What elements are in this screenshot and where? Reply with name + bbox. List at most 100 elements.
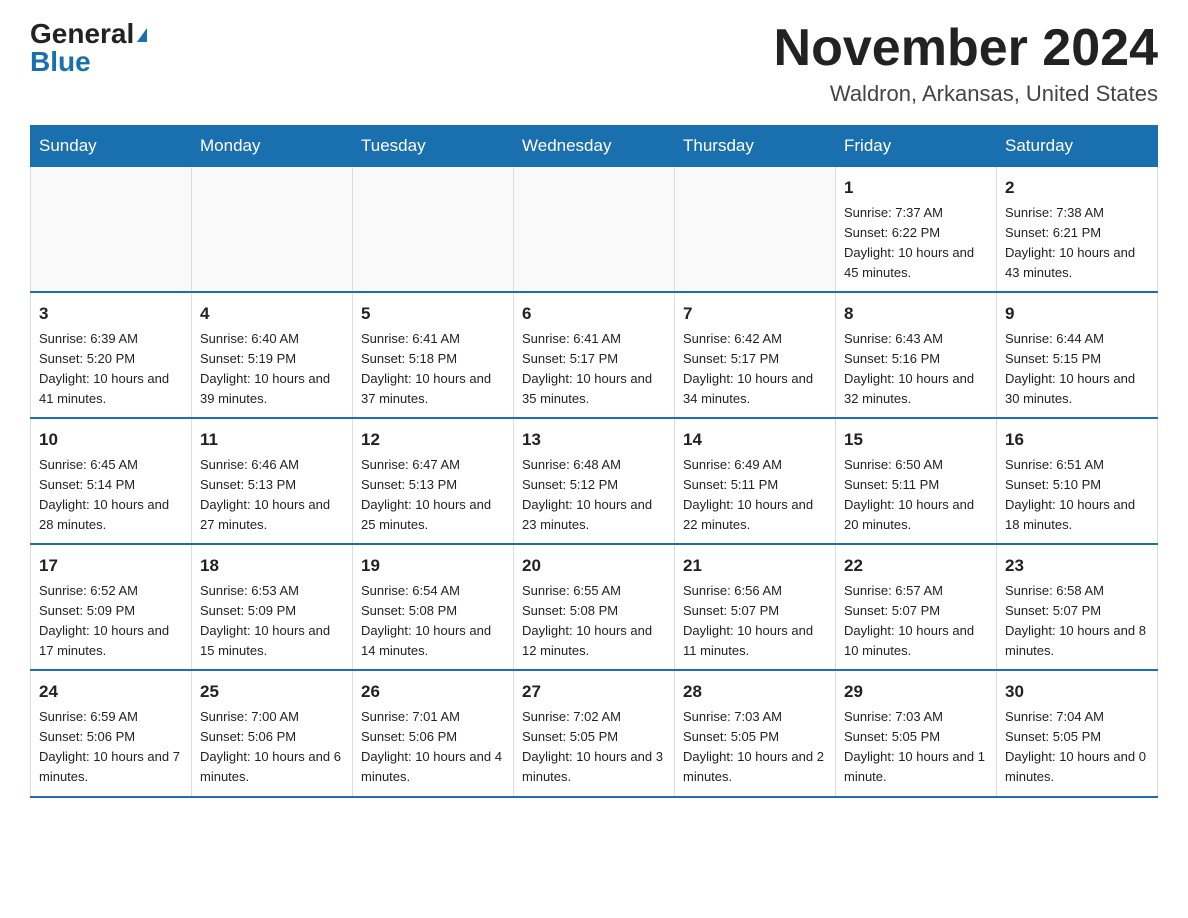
logo-blue-text: Blue: [30, 46, 91, 77]
day-number: 20: [522, 553, 666, 579]
day-info: Sunrise: 6:48 AMSunset: 5:12 PMDaylight:…: [522, 455, 666, 536]
calendar-cell: [514, 167, 675, 293]
logo-triangle-icon: [137, 28, 147, 42]
calendar-cell: 22Sunrise: 6:57 AMSunset: 5:07 PMDayligh…: [836, 544, 997, 670]
weekday-header-friday: Friday: [836, 126, 997, 167]
weekday-header-thursday: Thursday: [675, 126, 836, 167]
calendar-cell: 1Sunrise: 7:37 AMSunset: 6:22 PMDaylight…: [836, 167, 997, 293]
calendar-cell: 2Sunrise: 7:38 AMSunset: 6:21 PMDaylight…: [997, 167, 1158, 293]
calendar-cell: 6Sunrise: 6:41 AMSunset: 5:17 PMDaylight…: [514, 292, 675, 418]
calendar-week-row: 10Sunrise: 6:45 AMSunset: 5:14 PMDayligh…: [31, 418, 1158, 544]
calendar-table: SundayMondayTuesdayWednesdayThursdayFrid…: [30, 125, 1158, 797]
day-number: 10: [39, 427, 183, 453]
calendar-cell: [192, 167, 353, 293]
day-info: Sunrise: 6:41 AMSunset: 5:18 PMDaylight:…: [361, 329, 505, 410]
day-number: 18: [200, 553, 344, 579]
page-header: General Blue November 2024 Waldron, Arka…: [30, 20, 1158, 107]
day-info: Sunrise: 7:02 AMSunset: 5:05 PMDaylight:…: [522, 707, 666, 788]
day-number: 2: [1005, 175, 1149, 201]
day-number: 17: [39, 553, 183, 579]
weekday-header-tuesday: Tuesday: [353, 126, 514, 167]
day-info: Sunrise: 6:53 AMSunset: 5:09 PMDaylight:…: [200, 581, 344, 662]
calendar-cell: 12Sunrise: 6:47 AMSunset: 5:13 PMDayligh…: [353, 418, 514, 544]
day-info: Sunrise: 6:52 AMSunset: 5:09 PMDaylight:…: [39, 581, 183, 662]
day-number: 28: [683, 679, 827, 705]
calendar-cell: 17Sunrise: 6:52 AMSunset: 5:09 PMDayligh…: [31, 544, 192, 670]
calendar-week-row: 3Sunrise: 6:39 AMSunset: 5:20 PMDaylight…: [31, 292, 1158, 418]
day-info: Sunrise: 6:49 AMSunset: 5:11 PMDaylight:…: [683, 455, 827, 536]
day-info: Sunrise: 6:57 AMSunset: 5:07 PMDaylight:…: [844, 581, 988, 662]
weekday-header-sunday: Sunday: [31, 126, 192, 167]
day-info: Sunrise: 6:44 AMSunset: 5:15 PMDaylight:…: [1005, 329, 1149, 410]
weekday-header-wednesday: Wednesday: [514, 126, 675, 167]
day-number: 15: [844, 427, 988, 453]
weekday-header-monday: Monday: [192, 126, 353, 167]
calendar-cell: 28Sunrise: 7:03 AMSunset: 5:05 PMDayligh…: [675, 670, 836, 796]
calendar-cell: 14Sunrise: 6:49 AMSunset: 5:11 PMDayligh…: [675, 418, 836, 544]
calendar-cell: 27Sunrise: 7:02 AMSunset: 5:05 PMDayligh…: [514, 670, 675, 796]
logo-blue-line: Blue: [30, 48, 91, 76]
calendar-cell: 10Sunrise: 6:45 AMSunset: 5:14 PMDayligh…: [31, 418, 192, 544]
day-number: 14: [683, 427, 827, 453]
day-info: Sunrise: 7:38 AMSunset: 6:21 PMDaylight:…: [1005, 203, 1149, 284]
location-title: Waldron, Arkansas, United States: [774, 81, 1158, 107]
calendar-week-row: 1Sunrise: 7:37 AMSunset: 6:22 PMDaylight…: [31, 167, 1158, 293]
day-number: 11: [200, 427, 344, 453]
day-info: Sunrise: 6:54 AMSunset: 5:08 PMDaylight:…: [361, 581, 505, 662]
day-info: Sunrise: 7:04 AMSunset: 5:05 PMDaylight:…: [1005, 707, 1149, 788]
calendar-cell: 15Sunrise: 6:50 AMSunset: 5:11 PMDayligh…: [836, 418, 997, 544]
calendar-cell: 26Sunrise: 7:01 AMSunset: 5:06 PMDayligh…: [353, 670, 514, 796]
logo-general-line: General: [30, 20, 147, 48]
calendar-cell: 5Sunrise: 6:41 AMSunset: 5:18 PMDaylight…: [353, 292, 514, 418]
calendar-cell: 11Sunrise: 6:46 AMSunset: 5:13 PMDayligh…: [192, 418, 353, 544]
calendar-cell: 4Sunrise: 6:40 AMSunset: 5:19 PMDaylight…: [192, 292, 353, 418]
logo-general-text: General: [30, 18, 134, 49]
calendar-cell: 16Sunrise: 6:51 AMSunset: 5:10 PMDayligh…: [997, 418, 1158, 544]
day-info: Sunrise: 6:40 AMSunset: 5:19 PMDaylight:…: [200, 329, 344, 410]
day-info: Sunrise: 6:46 AMSunset: 5:13 PMDaylight:…: [200, 455, 344, 536]
day-number: 5: [361, 301, 505, 327]
day-info: Sunrise: 6:43 AMSunset: 5:16 PMDaylight:…: [844, 329, 988, 410]
month-title: November 2024: [774, 20, 1158, 77]
calendar-body: 1Sunrise: 7:37 AMSunset: 6:22 PMDaylight…: [31, 167, 1158, 797]
title-block: November 2024 Waldron, Arkansas, United …: [774, 20, 1158, 107]
calendar-header: SundayMondayTuesdayWednesdayThursdayFrid…: [31, 126, 1158, 167]
calendar-cell: 24Sunrise: 6:59 AMSunset: 5:06 PMDayligh…: [31, 670, 192, 796]
day-number: 6: [522, 301, 666, 327]
day-info: Sunrise: 6:51 AMSunset: 5:10 PMDaylight:…: [1005, 455, 1149, 536]
day-number: 9: [1005, 301, 1149, 327]
calendar-cell: 20Sunrise: 6:55 AMSunset: 5:08 PMDayligh…: [514, 544, 675, 670]
calendar-cell: 23Sunrise: 6:58 AMSunset: 5:07 PMDayligh…: [997, 544, 1158, 670]
calendar-cell: 8Sunrise: 6:43 AMSunset: 5:16 PMDaylight…: [836, 292, 997, 418]
day-number: 27: [522, 679, 666, 705]
day-info: Sunrise: 6:50 AMSunset: 5:11 PMDaylight:…: [844, 455, 988, 536]
calendar-cell: [353, 167, 514, 293]
day-number: 8: [844, 301, 988, 327]
day-number: 3: [39, 301, 183, 327]
weekday-header-row: SundayMondayTuesdayWednesdayThursdayFrid…: [31, 126, 1158, 167]
day-info: Sunrise: 6:42 AMSunset: 5:17 PMDaylight:…: [683, 329, 827, 410]
day-number: 21: [683, 553, 827, 579]
calendar-cell: 7Sunrise: 6:42 AMSunset: 5:17 PMDaylight…: [675, 292, 836, 418]
calendar-week-row: 17Sunrise: 6:52 AMSunset: 5:09 PMDayligh…: [31, 544, 1158, 670]
day-number: 24: [39, 679, 183, 705]
day-info: Sunrise: 7:37 AMSunset: 6:22 PMDaylight:…: [844, 203, 988, 284]
day-info: Sunrise: 7:03 AMSunset: 5:05 PMDaylight:…: [683, 707, 827, 788]
weekday-header-saturday: Saturday: [997, 126, 1158, 167]
day-number: 22: [844, 553, 988, 579]
logo: General Blue: [30, 20, 147, 76]
day-number: 26: [361, 679, 505, 705]
day-number: 13: [522, 427, 666, 453]
day-info: Sunrise: 7:03 AMSunset: 5:05 PMDaylight:…: [844, 707, 988, 788]
day-number: 12: [361, 427, 505, 453]
calendar-cell: 9Sunrise: 6:44 AMSunset: 5:15 PMDaylight…: [997, 292, 1158, 418]
day-info: Sunrise: 6:59 AMSunset: 5:06 PMDaylight:…: [39, 707, 183, 788]
day-info: Sunrise: 6:47 AMSunset: 5:13 PMDaylight:…: [361, 455, 505, 536]
day-info: Sunrise: 6:55 AMSunset: 5:08 PMDaylight:…: [522, 581, 666, 662]
calendar-cell: 25Sunrise: 7:00 AMSunset: 5:06 PMDayligh…: [192, 670, 353, 796]
day-number: 29: [844, 679, 988, 705]
day-info: Sunrise: 6:45 AMSunset: 5:14 PMDaylight:…: [39, 455, 183, 536]
calendar-cell: 21Sunrise: 6:56 AMSunset: 5:07 PMDayligh…: [675, 544, 836, 670]
day-number: 25: [200, 679, 344, 705]
day-number: 1: [844, 175, 988, 201]
